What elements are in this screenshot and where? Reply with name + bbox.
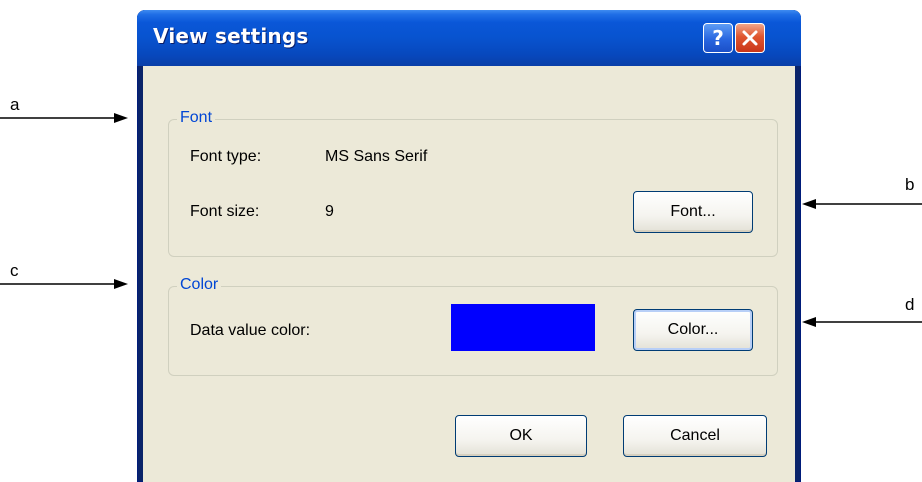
callout-arrow-b-icon — [802, 199, 922, 209]
title-bar[interactable]: View settings ? — [137, 10, 801, 66]
close-button[interactable] — [735, 23, 765, 53]
font-size-label: Font size: — [190, 203, 260, 220]
color-group-title: Color — [177, 276, 222, 294]
font-type-label: Font type: — [190, 148, 262, 165]
callout-label-b: b — [905, 175, 915, 194]
dialog-title: View settings — [153, 24, 309, 48]
color-button[interactable]: Color... — [633, 309, 753, 351]
help-icon: ? — [712, 27, 724, 49]
svg-text:?: ? — [712, 27, 724, 49]
callout-label-d: d — [905, 295, 915, 314]
help-button[interactable]: ? — [703, 23, 733, 53]
font-groupbox: Font — [168, 109, 778, 257]
callout-arrow-d-icon — [802, 317, 922, 327]
font-size-value: 9 — [325, 203, 334, 220]
ok-button[interactable]: OK — [455, 415, 587, 457]
close-icon — [742, 30, 758, 46]
data-value-color-label: Data value color: — [190, 322, 311, 339]
color-swatch — [451, 304, 595, 351]
font-button[interactable]: Font... — [633, 191, 753, 233]
callout-arrow-c-icon — [0, 279, 128, 289]
dialog-client-area: Font Font type: MS Sans Serif Font size:… — [143, 66, 795, 482]
font-type-value: MS Sans Serif — [325, 148, 428, 165]
view-settings-dialog: View settings ? Font Font type: MS Sans … — [137, 10, 801, 482]
callout-arrow-a-icon — [0, 113, 128, 123]
font-group-title: Font — [177, 109, 216, 127]
cancel-button[interactable]: Cancel — [623, 415, 767, 457]
